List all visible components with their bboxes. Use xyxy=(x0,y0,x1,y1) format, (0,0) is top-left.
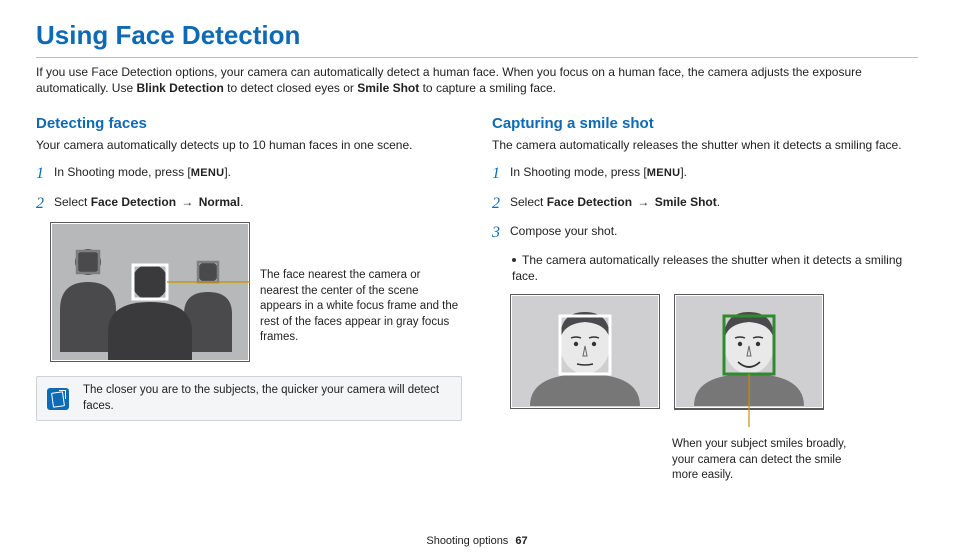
detection-callout: The face nearest the camera or nearest t… xyxy=(260,268,460,346)
detection-illustration xyxy=(50,222,250,362)
step1-prefix: In Shooting mode, press [ xyxy=(54,165,191,179)
face-panel-neutral xyxy=(510,294,660,409)
left-step-1: 1 In Shooting mode, press [MENU]. xyxy=(36,163,462,185)
step2-suffix: . xyxy=(717,195,720,209)
title-rule xyxy=(36,57,918,58)
step2-bold1: Face Detection xyxy=(91,195,176,209)
right-step-3: 3 Compose your shot. xyxy=(492,222,918,244)
step1-suffix: ]. xyxy=(224,165,231,179)
left-subheader: Detecting faces xyxy=(36,114,462,134)
left-column: Detecting faces Your camera automaticall… xyxy=(36,114,462,483)
step-number: 2 xyxy=(36,193,54,215)
right-steps: 1 In Shooting mode, press [MENU]. 2 Sele… xyxy=(492,163,918,244)
right-column: Capturing a smile shot The camera automa… xyxy=(492,114,918,483)
right-subintro: The camera automatically releases the sh… xyxy=(492,137,918,153)
right-step-2: 2 Select Face Detection → Smile Shot. xyxy=(492,193,918,215)
note-bar: The closer you are to the subjects, the … xyxy=(36,376,462,421)
page: Using Face Detection If you use Face Det… xyxy=(0,0,954,557)
face-panel-smile xyxy=(674,294,824,429)
step2-prefix: Select xyxy=(510,195,547,209)
step2-suffix: . xyxy=(240,195,243,209)
right-substep: The camera automatically releases the sh… xyxy=(512,252,918,284)
footer-page-number: 67 xyxy=(515,535,527,547)
smile-callout: When your subject smiles broadly, your c… xyxy=(672,437,852,484)
illustration-row: The face nearest the camera or nearest t… xyxy=(50,222,462,362)
columns: Detecting faces Your camera automaticall… xyxy=(36,114,918,483)
note-icon xyxy=(47,388,69,410)
step-text: Compose your shot. xyxy=(510,222,617,239)
step2-bold1: Face Detection xyxy=(547,195,632,209)
page-title: Using Face Detection xyxy=(36,18,918,53)
step2-arrow: → xyxy=(632,195,655,209)
intro-bold-2: Smile Shot xyxy=(357,81,419,95)
note-text: The closer you are to the subjects, the … xyxy=(83,383,451,414)
intro-text-2: to detect closed eyes or xyxy=(224,81,357,95)
step-text: Select Face Detection → Normal. xyxy=(54,193,243,210)
substep-text: The camera automatically releases the sh… xyxy=(512,253,902,283)
step-text: In Shooting mode, press [MENU]. xyxy=(510,163,687,181)
step2-prefix: Select xyxy=(54,195,91,209)
right-step-1: 1 In Shooting mode, press [MENU]. xyxy=(492,163,918,185)
step-number: 3 xyxy=(492,222,510,244)
left-step-2: 2 Select Face Detection → Normal. xyxy=(36,193,462,215)
step-number: 1 xyxy=(492,163,510,185)
step-number: 2 xyxy=(492,193,510,215)
step-number: 1 xyxy=(36,163,54,185)
menu-label: MENU xyxy=(191,167,225,179)
page-footer: Shooting options 67 xyxy=(0,534,954,549)
intro-paragraph: If you use Face Detection options, your … xyxy=(36,64,918,96)
left-subintro: Your camera automatically detects up to … xyxy=(36,137,462,153)
step1-prefix: In Shooting mode, press [ xyxy=(510,165,647,179)
menu-label: MENU xyxy=(647,167,681,179)
intro-bold-1: Blink Detection xyxy=(136,81,223,95)
step1-suffix: ]. xyxy=(680,165,687,179)
right-subheader: Capturing a smile shot xyxy=(492,114,918,134)
step-text: Select Face Detection → Smile Shot. xyxy=(510,193,720,210)
footer-section: Shooting options xyxy=(426,535,508,547)
face-panels xyxy=(510,294,918,429)
bullet-icon xyxy=(512,258,516,262)
intro-text-3: to capture a smiling face. xyxy=(419,81,556,95)
left-steps: 1 In Shooting mode, press [MENU]. 2 Sele… xyxy=(36,163,462,214)
step2-bold2: Smile Shot xyxy=(655,195,717,209)
step2-arrow: → xyxy=(176,195,199,209)
step2-bold2: Normal xyxy=(199,195,240,209)
step-text: In Shooting mode, press [MENU]. xyxy=(54,163,231,181)
